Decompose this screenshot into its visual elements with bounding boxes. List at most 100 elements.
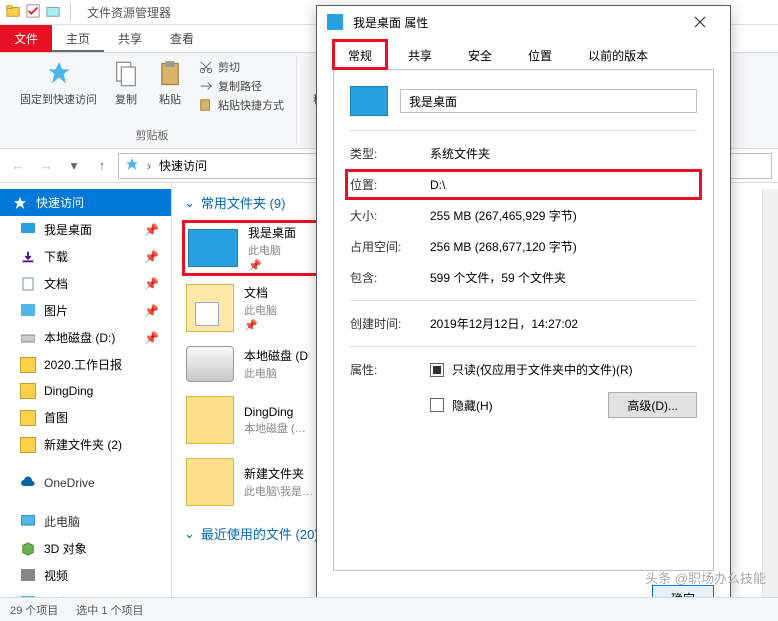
recent-locations-button[interactable]: ▾	[62, 154, 86, 178]
value-created: 2019年12月12日，14:27:02	[430, 315, 578, 332]
sidebar-item-documents[interactable]: 文档📌	[0, 270, 171, 297]
paste-icon	[155, 59, 185, 89]
folder-icon	[20, 357, 36, 373]
watermark: 头条 @职场办么技能	[645, 568, 766, 587]
sidebar-item-videos[interactable]: 视频	[0, 562, 171, 589]
value-size-on-disk: 256 MB (268,677,120 字节)	[430, 238, 577, 255]
cut-button[interactable]: 剪切	[199, 59, 240, 75]
star-icon	[12, 195, 28, 211]
sidebar-item-downloads[interactable]: 下载📌	[0, 243, 171, 270]
label-location: 位置:	[350, 176, 418, 193]
breadcrumb-item[interactable]: 快速访问	[159, 157, 207, 174]
value-contains: 599 个文件，59 个文件夹	[430, 269, 566, 286]
star-icon	[125, 157, 139, 174]
chevron-down-icon: ⌄	[184, 526, 195, 542]
value-size: 255 MB (267,465,929 字节)	[430, 207, 577, 224]
sidebar-item-desktop[interactable]: 我是桌面📌	[0, 216, 171, 243]
sidebar-item-disk-d[interactable]: 本地磁盘 (D:)📌	[0, 324, 171, 351]
sidebar-item-work-report[interactable]: 2020.工作日报	[0, 351, 171, 378]
scrollbar[interactable]	[762, 189, 778, 597]
explorer-icon	[6, 4, 20, 21]
tab-share[interactable]: 共享	[104, 25, 156, 52]
advanced-button[interactable]: 高级(D)...	[608, 392, 697, 418]
sidebar-item-dingding[interactable]: DingDing	[0, 378, 171, 404]
forward-button[interactable]: →	[34, 154, 58, 178]
sidebar-item-this-pc[interactable]: 此电脑	[0, 508, 171, 535]
copy-button[interactable]: 复制	[111, 59, 141, 107]
dlg-tab-security[interactable]: 安全	[453, 40, 507, 69]
pin-to-quick-access-button[interactable]: 固定到快速访问	[20, 59, 97, 107]
pin-icon: 📌	[244, 319, 277, 332]
label-created: 创建时间:	[350, 315, 418, 332]
chevron-down-icon: ⌄	[184, 195, 195, 211]
window-title: 文件资源管理器	[87, 4, 171, 21]
ribbon-group-clipboard-label: 剪贴板	[136, 127, 169, 143]
dlg-tab-previous[interactable]: 以前的版本	[573, 40, 663, 69]
checkbox-icon[interactable]	[26, 4, 40, 21]
checkbox-icon	[430, 363, 444, 377]
label-type: 类型:	[350, 145, 418, 162]
sidebar-item-onedrive[interactable]: OneDrive	[0, 470, 171, 496]
paste-shortcut-button[interactable]: 粘贴快捷方式	[199, 97, 284, 113]
video-icon	[20, 568, 36, 584]
chevron-right-icon: ›	[147, 159, 151, 173]
up-button[interactable]: ↑	[90, 154, 114, 178]
tab-view[interactable]: 查看	[156, 25, 208, 52]
readonly-checkbox[interactable]: 只读(仅应用于文件夹中的文件)(R)	[430, 361, 697, 378]
checkbox-icon	[430, 398, 444, 412]
close-button[interactable]	[680, 8, 720, 36]
dlg-tab-share[interactable]: 共享	[393, 40, 447, 69]
value-type: 系统文件夹	[430, 145, 490, 162]
folder-icon	[186, 396, 234, 444]
folder-small-icon[interactable]	[46, 4, 60, 21]
pin-icon: 📌	[144, 331, 159, 345]
cloud-icon	[20, 475, 36, 491]
value-location: D:\	[430, 178, 445, 192]
dialog-body: 类型: 系统文件夹 位置: D:\ 大小: 255 MB (267,465,929 字…	[333, 69, 714, 571]
status-selected: 选中 1 个项目	[76, 602, 143, 618]
sidebar-item-new-folder[interactable]: 新建文件夹 (2)	[0, 431, 171, 458]
status-item-count: 29 个项目	[10, 602, 58, 618]
sidebar-item-quick-access[interactable]: 快速访问	[0, 189, 171, 216]
dlg-tab-general[interactable]: 常规	[333, 40, 387, 69]
sidebar-item-pictures[interactable]: 图片📌	[0, 297, 171, 324]
desktop-icon	[350, 86, 388, 116]
desktop-icon	[20, 222, 36, 238]
tab-home[interactable]: 主页	[52, 25, 104, 52]
download-icon	[20, 249, 36, 265]
document-icon	[20, 276, 36, 292]
back-button[interactable]: ←	[6, 154, 30, 178]
folder-name-input[interactable]	[400, 89, 697, 113]
copy-path-button[interactable]: 复制路径	[199, 78, 262, 94]
disk-icon	[186, 346, 234, 382]
documents-icon	[186, 284, 234, 332]
disk-icon	[20, 330, 36, 346]
cube-icon	[20, 541, 36, 557]
properties-dialog: 我是桌面 属性 常规 共享 安全 位置 以前的版本 类型: 系统文件夹 位置: D:…	[316, 5, 731, 605]
pin-icon: 📌	[144, 250, 159, 264]
sidebar-item-pictures-2[interactable]: 图片	[0, 589, 171, 597]
dlg-tab-location[interactable]: 位置	[513, 40, 567, 69]
pin-icon: 📌	[144, 277, 159, 291]
desktop-icon	[188, 229, 238, 267]
pc-icon	[20, 514, 36, 530]
folder-icon	[20, 383, 36, 399]
pin-icon: 📌	[144, 223, 159, 237]
nav-tree[interactable]: 快速访问 我是桌面📌 下载📌 文档📌 图片📌 本地磁盘 (D:)📌 2020.工…	[0, 183, 172, 597]
folder-icon	[186, 458, 234, 506]
copy-icon	[111, 59, 141, 89]
hidden-checkbox[interactable]: 隐藏(H)	[430, 397, 600, 414]
label-attributes: 属性:	[350, 361, 418, 378]
tab-file[interactable]: 文件	[0, 25, 52, 52]
sidebar-item-3d-objects[interactable]: 3D 对象	[0, 535, 171, 562]
dialog-tabstrip: 常规 共享 安全 位置 以前的版本	[317, 38, 730, 69]
paste-button[interactable]: 粘贴	[155, 59, 185, 107]
desktop-icon	[327, 14, 343, 30]
label-size: 大小:	[350, 207, 418, 224]
dialog-titlebar[interactable]: 我是桌面 属性	[317, 6, 730, 38]
pin-icon: 📌	[144, 304, 159, 318]
status-bar: 29 个项目 选中 1 个项目	[0, 597, 778, 621]
sidebar-item-home-folder[interactable]: 首图	[0, 404, 171, 431]
pin-icon: 📌	[248, 259, 296, 272]
pin-icon	[44, 59, 74, 89]
